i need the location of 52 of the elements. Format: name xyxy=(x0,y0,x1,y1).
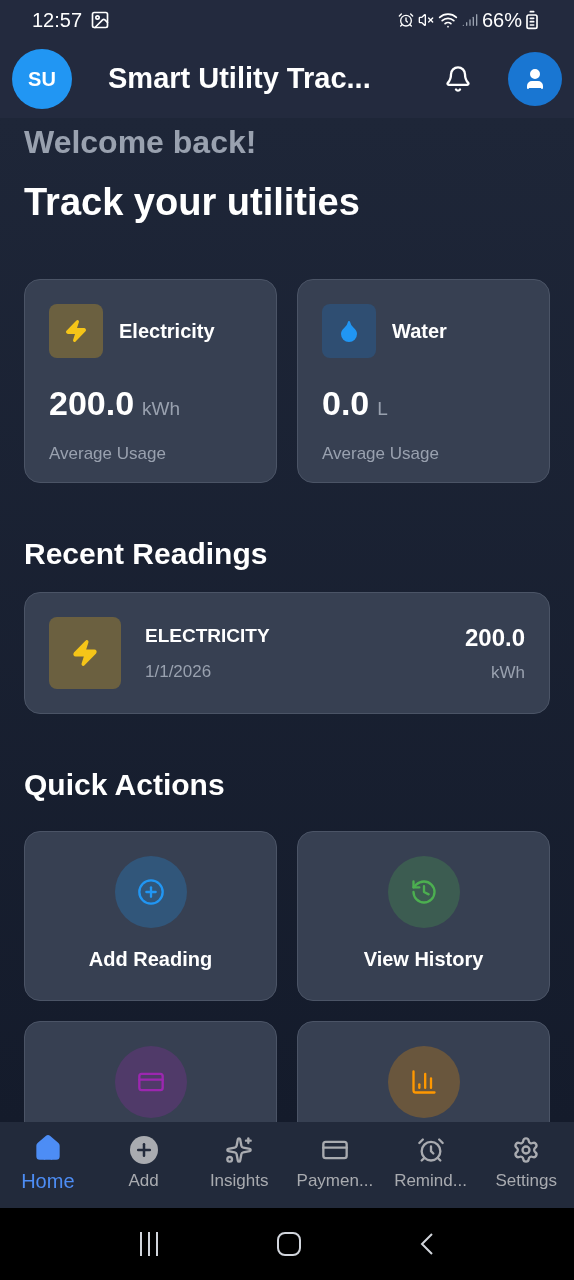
nav-tab[interactable]: Home xyxy=(0,1122,96,1208)
alarm-icon xyxy=(397,12,414,28)
recents-icon[interactable] xyxy=(139,1232,158,1256)
lightning-icon xyxy=(64,319,88,343)
action-label: Add Reading xyxy=(88,947,213,972)
reading-unit: kWh xyxy=(490,662,525,685)
usage-caption: Average Usage xyxy=(49,443,167,465)
section-title: Quick Actions xyxy=(24,767,226,803)
signal-icon xyxy=(461,12,478,28)
profile-button[interactable] xyxy=(508,52,562,106)
usage-value: 200.0 xyxy=(49,383,135,424)
usage-caption: Average Usage xyxy=(322,443,440,465)
reading-date: 1/1/2026 xyxy=(145,660,213,683)
usage-unit: kWh xyxy=(142,397,181,421)
wifi-icon xyxy=(437,10,458,30)
battery-percent: 66% xyxy=(481,8,522,33)
history-icon xyxy=(409,878,438,906)
mute-icon xyxy=(417,12,434,28)
notifications-icon[interactable] xyxy=(444,65,472,93)
reading-type: ELECTRICITY xyxy=(145,624,271,648)
sparkle-chart-icon xyxy=(225,1136,254,1165)
reading-card[interactable]: ELECTRICITY 1/1/2026 200.0 kWh xyxy=(24,592,550,714)
utility-name: Electricity xyxy=(119,319,215,344)
greeting: Welcome back! xyxy=(24,126,258,158)
nav-tab[interactable]: Insights xyxy=(191,1122,287,1208)
back-icon[interactable] xyxy=(420,1232,435,1256)
bar-chart-icon xyxy=(409,1068,438,1096)
usage-value: 0.0 xyxy=(322,383,370,424)
nav-tab[interactable]: Remind... xyxy=(382,1122,479,1208)
home-nav-icon[interactable] xyxy=(277,1232,301,1256)
gallery-notification-icon xyxy=(90,10,111,30)
action-label: View History xyxy=(363,947,484,972)
utility-name: Water xyxy=(392,319,447,344)
plus-icon xyxy=(129,1136,158,1165)
settings-icon xyxy=(512,1136,541,1165)
reading-value: 200.0 xyxy=(464,623,525,654)
nav-tab[interactable]: Add xyxy=(95,1122,192,1208)
lightning-icon xyxy=(71,639,99,667)
usage-card[interactable]: Water 0.0 L Average Usage xyxy=(297,279,550,483)
alarm-clock-icon xyxy=(416,1136,445,1165)
headline: Track your utilities xyxy=(24,180,361,225)
plus-icon xyxy=(136,878,165,906)
usage-card[interactable]: Electricity 200.0 kWh Average Usage xyxy=(24,279,277,483)
quick-action-card[interactable]: Add Reading xyxy=(24,831,277,1001)
usage-unit: L xyxy=(377,397,388,421)
section-title: Recent Readings xyxy=(24,536,269,572)
nav-tab[interactable]: Settings xyxy=(478,1122,574,1208)
app-title: Smart Utility Trac... xyxy=(108,61,371,97)
nav-tab[interactable]: Paymen... xyxy=(287,1122,383,1208)
quick-action-card[interactable]: View History xyxy=(297,831,550,1001)
home-icon xyxy=(33,1134,62,1162)
status-time: 12:57 xyxy=(32,8,83,33)
